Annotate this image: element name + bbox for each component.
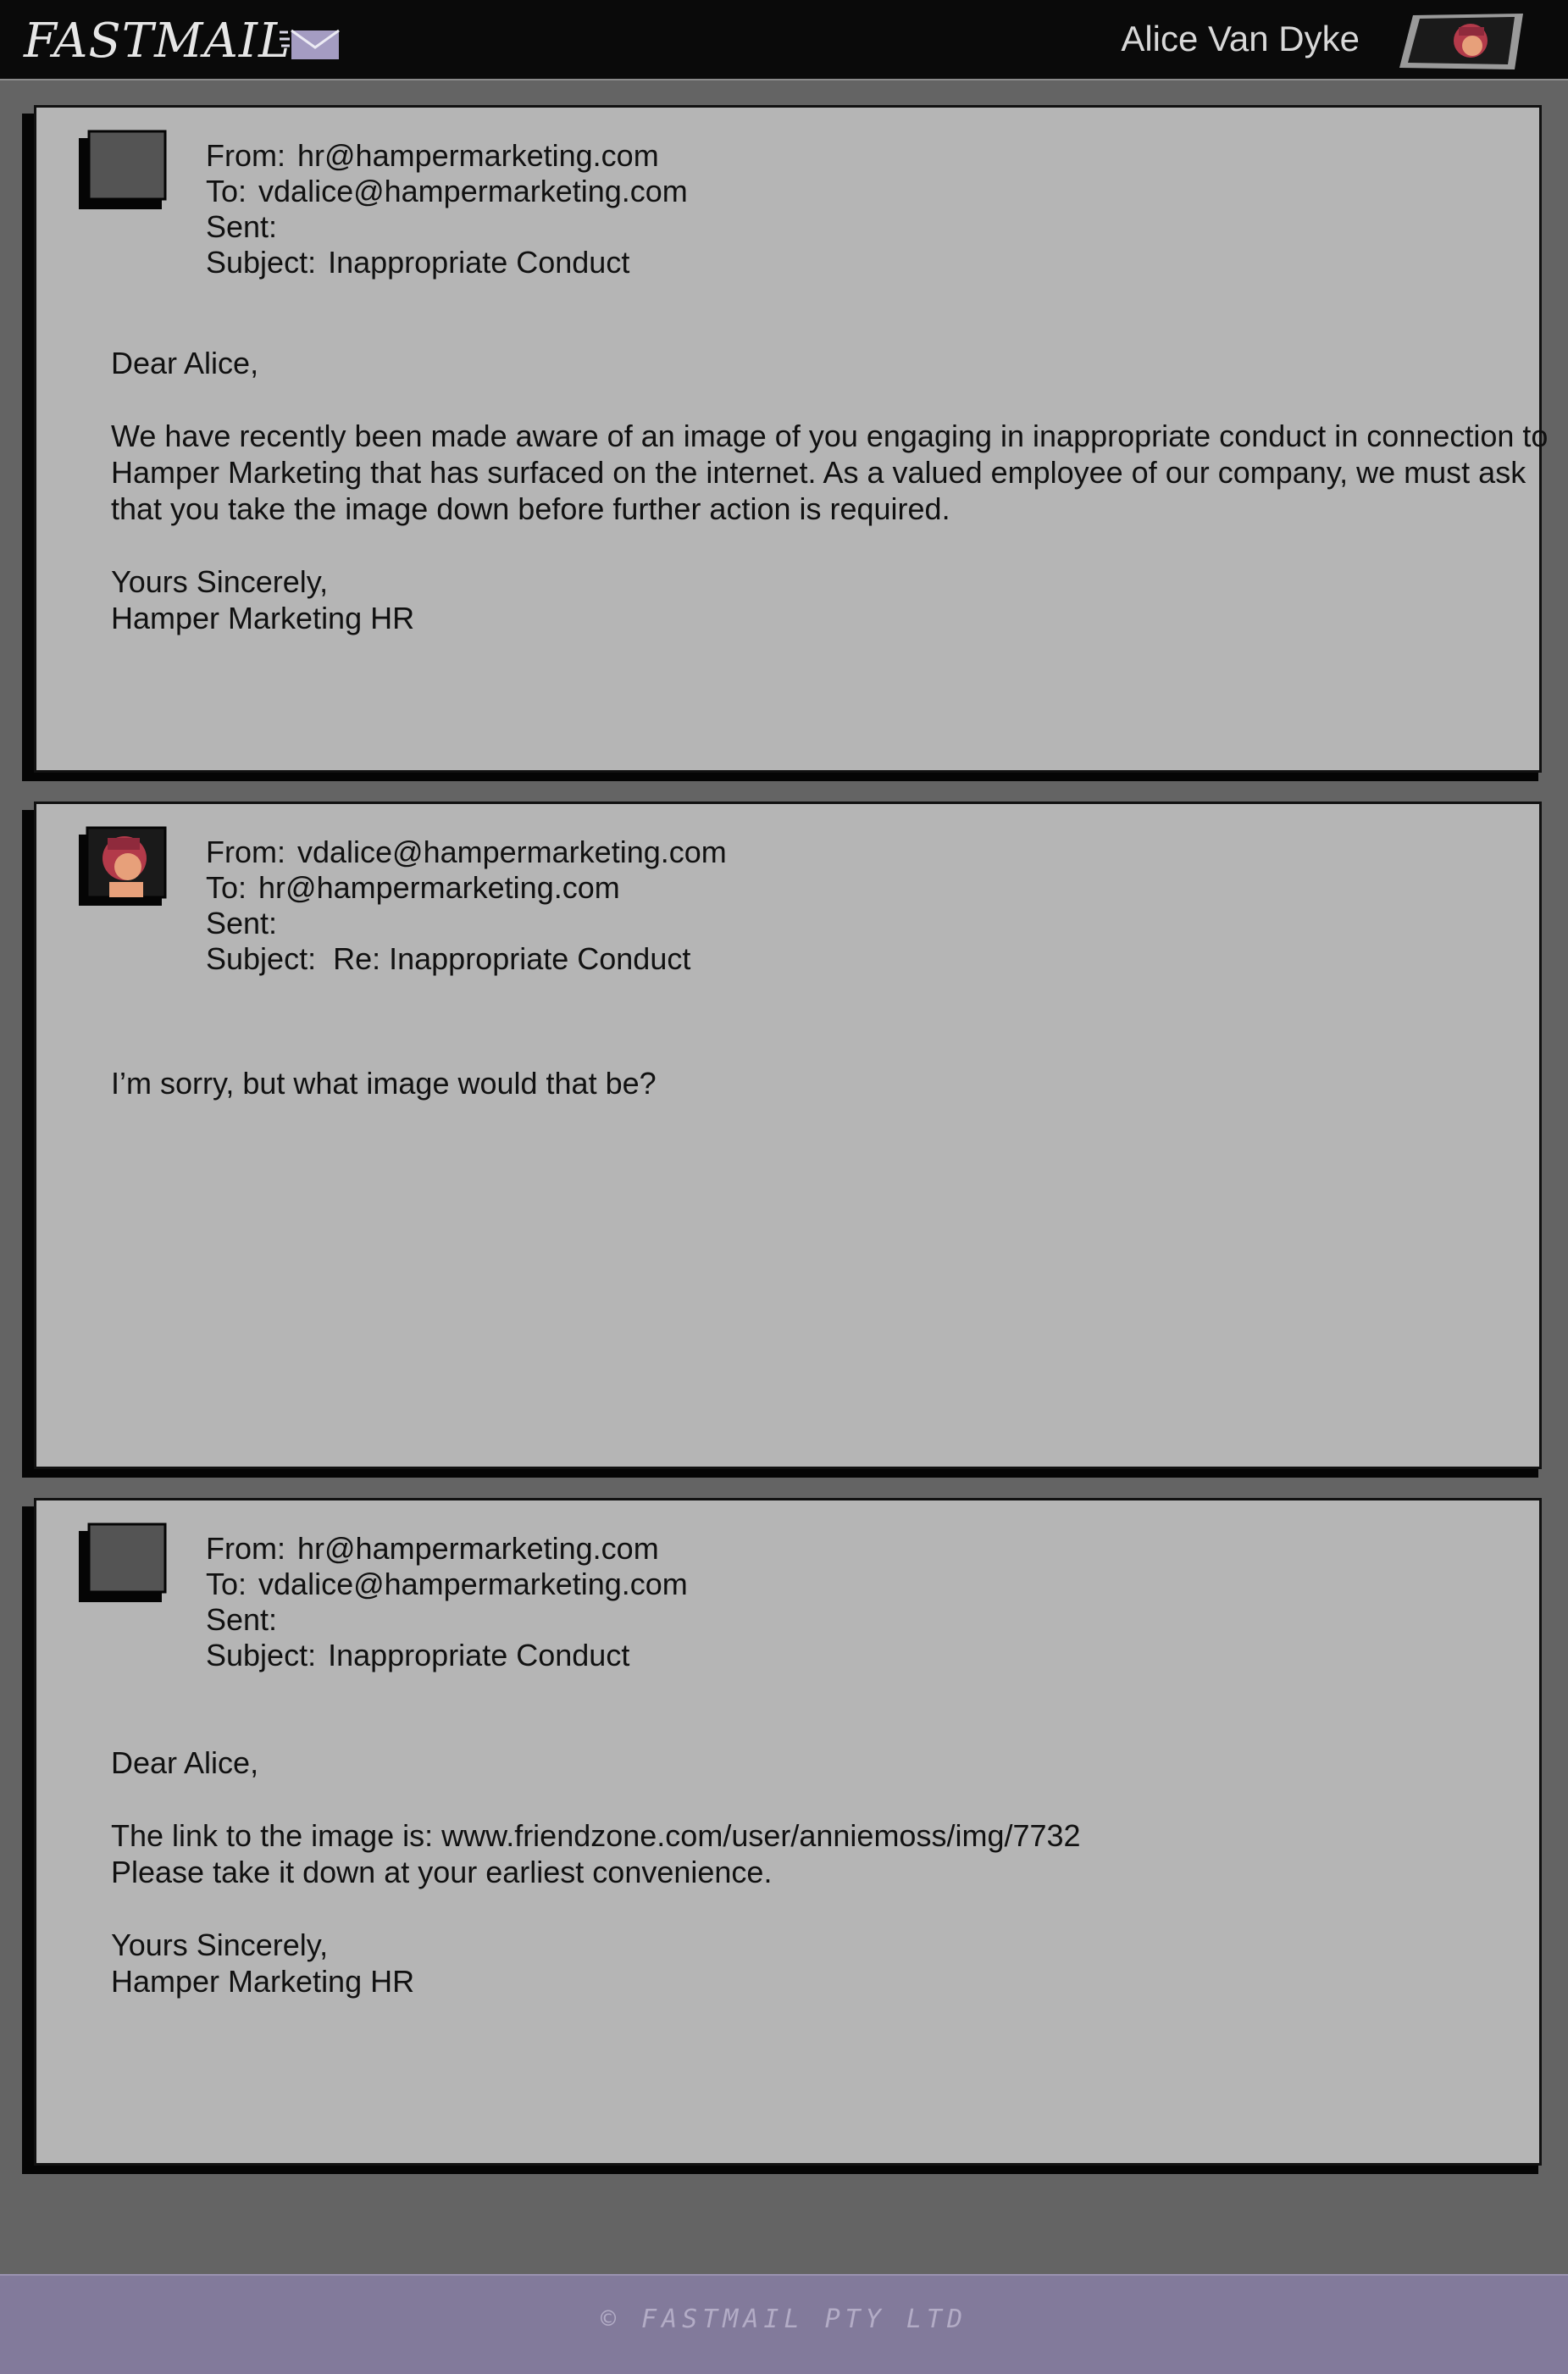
from-label: From: (206, 1531, 285, 1566)
email-header: From: hr@hampermarketing.com To: vdalice@h… (206, 1531, 688, 1673)
from-address[interactable]: hr@hampermarketing.com (297, 1531, 659, 1566)
footer: © FASTMAIL PTY LTD (0, 2274, 1568, 2374)
subject-value: Re: Inappropriate Conduct (333, 941, 691, 976)
email-message: From: hr@hampermarketing.com To: vdalice@h… (22, 105, 1548, 781)
sent-label: Sent: (206, 1602, 278, 1637)
to-label: To: (206, 870, 247, 905)
subject-label: Subject: (206, 245, 317, 280)
envelope-logo-icon (280, 29, 340, 59)
blank-avatar-icon (79, 1523, 167, 1602)
body-paragraph: We have recently been made aware of an i… (111, 419, 1557, 526)
email-card: From: vdalice@hampermarketing.com To: hr@h… (34, 802, 1542, 1469)
from-label: From: (206, 138, 285, 173)
from-address[interactable]: vdalice@hampermarketing.com (297, 835, 727, 869)
user-name[interactable]: Alice Van Dyke (1121, 15, 1360, 63)
reply-text: I’m sorry, but what image would that be? (111, 1066, 657, 1101)
to-label: To: (206, 174, 247, 208)
email-card: From: hr@hampermarketing.com To: vdalice@h… (34, 105, 1548, 773)
blank-avatar-icon (79, 130, 167, 209)
signature-line: Hamper Marketing HR (111, 1964, 415, 1999)
email-body: Dear Alice, We have recently been made a… (111, 345, 1568, 636)
email-body: I’m sorry, but what image would that be? (111, 1065, 1568, 1101)
copyright-text: © FASTMAIL PTY LTD (600, 2305, 968, 2334)
app-logo[interactable]: FASTMAIL (24, 15, 291, 68)
alice-avatar-icon (79, 826, 167, 906)
to-label: To: (206, 1567, 247, 1601)
signoff-line: Yours Sincerely, (111, 564, 329, 599)
signoff-line: Yours Sincerely, (111, 1927, 329, 1962)
greeting: Dear Alice, (111, 346, 259, 380)
sent-label: Sent: (206, 209, 278, 244)
subject-value: Inappropriate Conduct (328, 245, 630, 280)
to-address[interactable]: vdalice@hampermarketing.com (258, 174, 688, 208)
subject-label: Subject: (206, 1638, 317, 1672)
subject-label: Subject: (206, 941, 317, 976)
to-address[interactable]: hr@hampermarketing.com (258, 870, 620, 905)
email-header: From: vdalice@hampermarketing.com To: hr@h… (206, 835, 727, 977)
to-address[interactable]: vdalice@hampermarketing.com (258, 1567, 688, 1601)
email-body: Dear Alice, The link to the image is: ww… (111, 1744, 1568, 2000)
email-header: From: hr@hampermarketing.com To: vdalice@h… (206, 138, 688, 280)
greeting: Dear Alice, (111, 1745, 259, 1780)
from-label: From: (206, 835, 285, 869)
body-line: The link to the image is: www.friendzone… (111, 1818, 1081, 1853)
email-card: From: hr@hampermarketing.com To: vdalice@h… (34, 1498, 1542, 2166)
user-avatar-icon[interactable] (1396, 12, 1523, 71)
signature-line: Hamper Marketing HR (111, 601, 415, 635)
from-address[interactable]: hr@hampermarketing.com (297, 138, 659, 173)
subject-value: Inappropriate Conduct (328, 1638, 630, 1672)
email-message: From: hr@hampermarketing.com To: vdalice@h… (22, 1498, 1545, 2174)
body-line: Please take it down at your earliest con… (111, 1855, 773, 1889)
email-message: From: vdalice@hampermarketing.com To: hr@h… (22, 802, 1545, 1478)
sent-label: Sent: (206, 906, 278, 940)
top-bar: FASTMAIL Alice Van Dyke (0, 0, 1568, 80)
